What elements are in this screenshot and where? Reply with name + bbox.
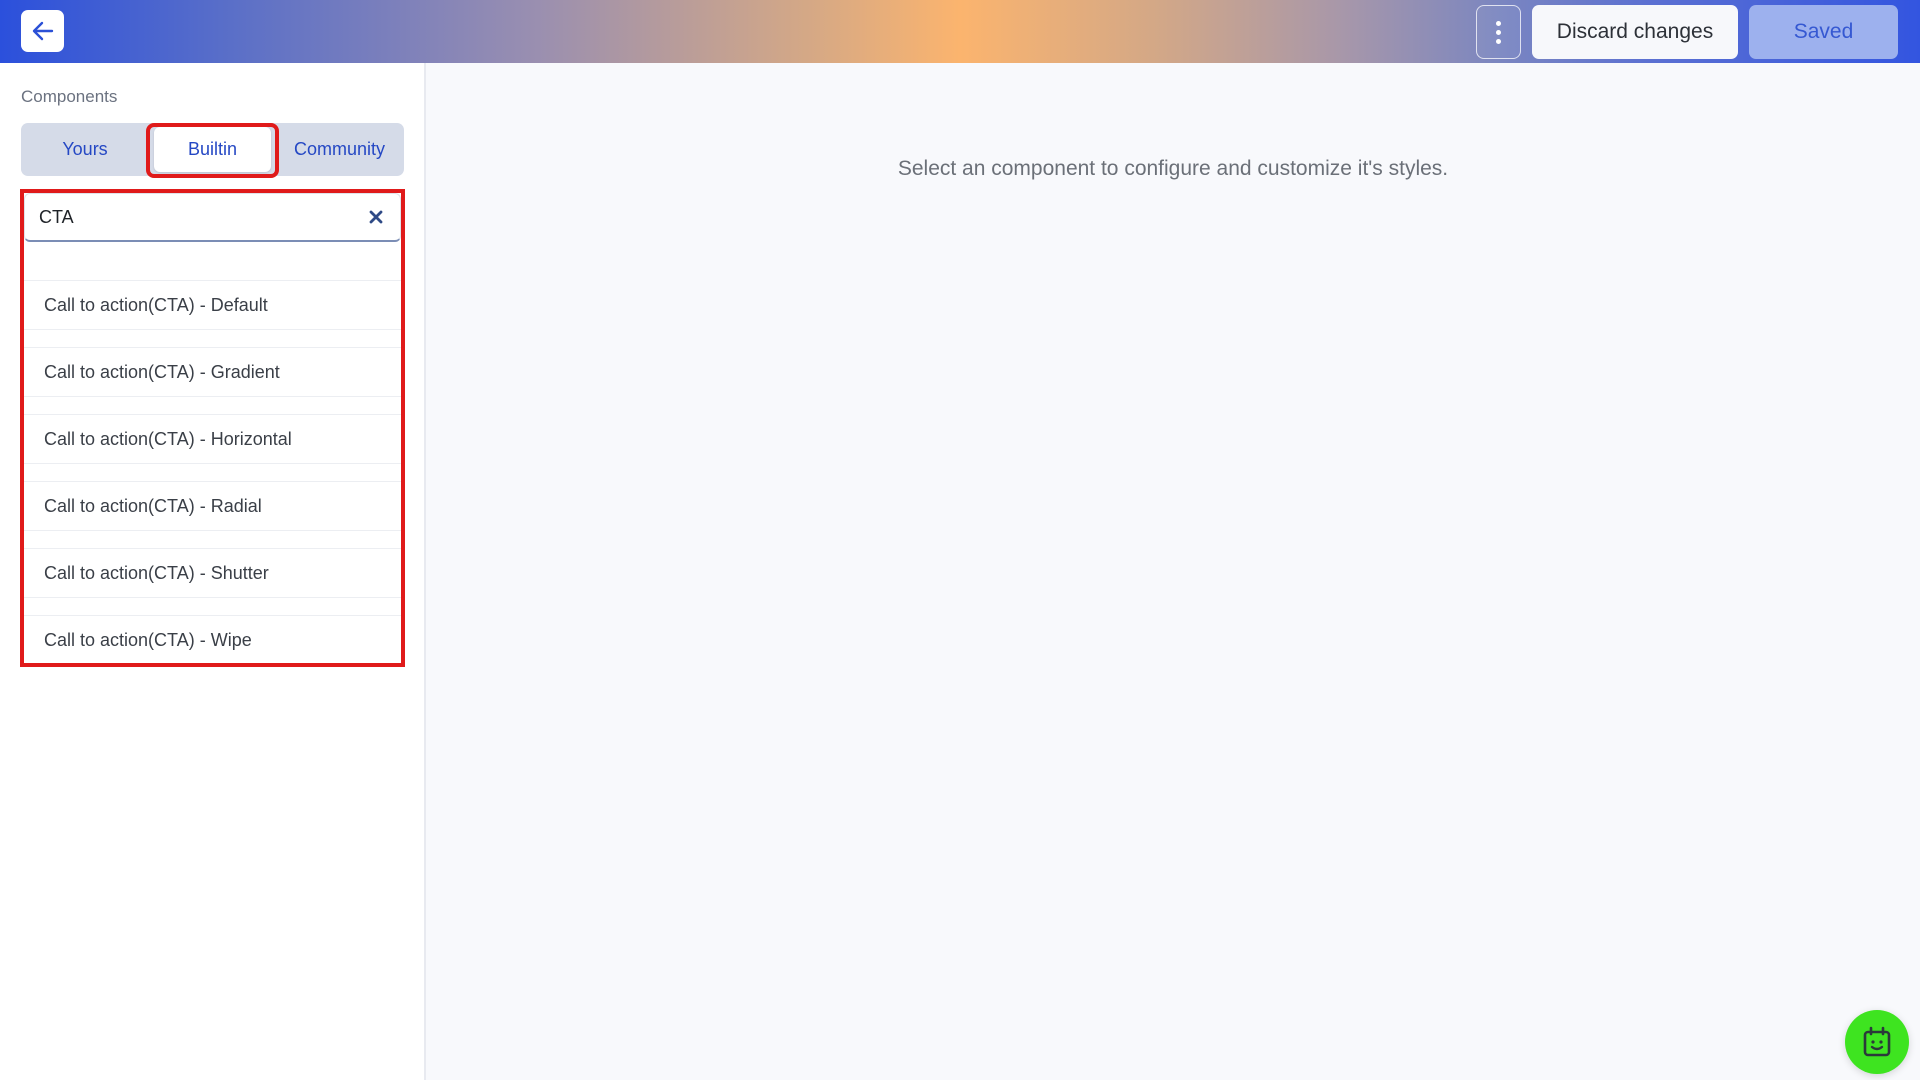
tab-label: Community: [293, 139, 386, 159]
list-item[interactable]: Call to action(CTA) - Gradient: [24, 347, 401, 397]
list-item-label: Call to action(CTA) - Shutter: [44, 562, 269, 583]
kebab-dot: [1496, 29, 1501, 35]
list-gap: [24, 531, 401, 548]
kebab-dot: [1496, 38, 1501, 44]
clear-search-button[interactable]: [366, 207, 386, 227]
back-button[interactable]: [21, 10, 64, 52]
discard-changes-button[interactable]: Discard changes: [1532, 5, 1738, 59]
close-icon: [369, 210, 383, 224]
tab-community[interactable]: Community: [275, 123, 404, 176]
saved-button[interactable]: Saved: [1749, 5, 1898, 59]
list-item[interactable]: Call to action(CTA) - Shutter: [24, 548, 401, 598]
list-gap: [24, 330, 401, 347]
search-input[interactable]: [39, 194, 359, 240]
tab-label: Yours: [62, 139, 108, 159]
assistant-fab-button[interactable]: [1845, 1010, 1909, 1074]
list-item-label: Call to action(CTA) - Wipe: [44, 630, 252, 650]
list-item[interactable]: Call to action(CTA) - Wipe: [24, 615, 401, 665]
calendar-smile-icon: [1863, 1026, 1891, 1057]
search-field: [24, 193, 401, 242]
empty-state-hint: Select an component to configure and cus…: [897, 157, 1449, 180]
more-options-button[interactable]: [1476, 5, 1521, 59]
tab-builtin[interactable]: Builtin: [150, 123, 275, 176]
list-gap: [24, 464, 401, 481]
results-spacer: [24, 242, 401, 280]
list-gap: [24, 598, 401, 615]
list-gap: [24, 397, 401, 414]
list-item[interactable]: Call to action(CTA) - Radial: [24, 481, 401, 531]
list-item-label: Call to action(CTA) - Horizontal: [44, 428, 292, 449]
component-source-tabs: Yours Builtin Community: [21, 123, 404, 176]
list-item-label: Call to action(CTA) - Gradient: [44, 361, 280, 382]
section-label: Components: [21, 87, 118, 106]
tab-label: Builtin: [187, 139, 238, 159]
list-item[interactable]: Call to action(CTA) - Default: [24, 280, 401, 330]
kebab-vertical-icon: [1496, 20, 1501, 26]
list-item-label: Call to action(CTA) - Default: [44, 294, 268, 315]
list-item[interactable]: Call to action(CTA) - Horizontal: [24, 414, 401, 464]
arrow-left-icon: [32, 21, 53, 41]
top-header: Discard changes Saved: [0, 0, 1920, 63]
list-item-label: Call to action(CTA) - Radial: [44, 495, 262, 516]
tab-yours[interactable]: Yours: [21, 123, 149, 176]
